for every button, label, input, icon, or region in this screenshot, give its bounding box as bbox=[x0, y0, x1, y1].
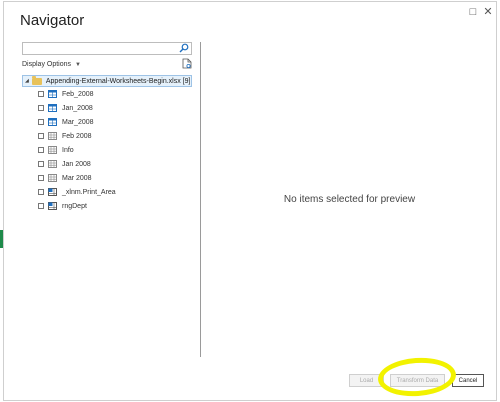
tree-root-workbook[interactable]: ◢ Appending-External-Worksheets-Begin.xl… bbox=[22, 75, 192, 87]
tree-item-label: Mar_2008 bbox=[62, 118, 94, 126]
item-checkbox[interactable] bbox=[38, 203, 44, 209]
tree-item-label: Feb 2008 bbox=[62, 132, 92, 140]
navigator-tree: ◢ Appending-External-Worksheets-Begin.xl… bbox=[22, 75, 192, 213]
sheet-icon bbox=[48, 174, 57, 182]
chevron-down-icon: ▼ bbox=[75, 61, 81, 68]
dialog-title: Navigator bbox=[20, 12, 85, 29]
table-icon bbox=[48, 118, 57, 126]
tree-root-label: Appending-External-Worksheets-Begin.xlsx… bbox=[45, 77, 191, 85]
highlight-annotation bbox=[376, 355, 458, 399]
named-range-icon bbox=[48, 188, 57, 196]
tree-item-label: Mar 2008 bbox=[62, 174, 92, 182]
collapse-triangle-icon[interactable]: ◢ bbox=[25, 78, 29, 84]
search-icon[interactable] bbox=[179, 43, 189, 53]
tree-item-jan_2008[interactable]: Jan_2008 bbox=[22, 101, 192, 115]
display-options-label: Display Options bbox=[22, 61, 72, 68]
item-checkbox[interactable] bbox=[38, 91, 44, 97]
tree-item-mar_2008[interactable]: Mar_2008 bbox=[22, 115, 192, 129]
tree-item-label: _xlnm.Print_Area bbox=[62, 188, 116, 196]
search-input[interactable] bbox=[22, 42, 192, 55]
folder-icon bbox=[31, 75, 42, 85]
named-range-icon bbox=[48, 202, 57, 210]
display-options-dropdown[interactable]: Display Options ▼ bbox=[22, 61, 81, 68]
tree-item-mar-2008-sheet[interactable]: Mar 2008 bbox=[22, 171, 192, 185]
tree-item-info[interactable]: Info bbox=[22, 143, 192, 157]
sheet-icon bbox=[48, 146, 57, 154]
tree-item-label: Jan_2008 bbox=[62, 104, 93, 112]
table-icon bbox=[48, 90, 57, 98]
tree-item-feb_2008[interactable]: Feb_2008 bbox=[22, 87, 192, 101]
tree-item-label: Info bbox=[62, 146, 74, 154]
item-checkbox[interactable] bbox=[38, 161, 44, 167]
tree-item-rngdept[interactable]: rngDept bbox=[22, 199, 192, 213]
item-checkbox[interactable] bbox=[38, 147, 44, 153]
tree-item-label: Feb_2008 bbox=[62, 90, 94, 98]
cancel-button[interactable]: Cancel bbox=[452, 374, 484, 387]
item-checkbox[interactable] bbox=[38, 119, 44, 125]
tree-item-label: rngDept bbox=[62, 202, 87, 210]
item-checkbox[interactable] bbox=[38, 105, 44, 111]
item-checkbox[interactable] bbox=[38, 175, 44, 181]
close-icon[interactable]: ✕ bbox=[482, 6, 494, 18]
tree-item-feb-2008-sheet[interactable]: Feb 2008 bbox=[22, 129, 192, 143]
sheet-icon bbox=[48, 132, 57, 140]
tree-item-label: Jan 2008 bbox=[62, 160, 91, 168]
sheet-icon bbox=[48, 160, 57, 168]
tree-item-jan-2008-sheet[interactable]: Jan 2008 bbox=[22, 157, 192, 171]
refresh-icon[interactable] bbox=[182, 58, 192, 69]
maximize-icon[interactable]: □ bbox=[467, 6, 479, 18]
tree-item-print-area[interactable]: _xlnm.Print_Area bbox=[22, 185, 192, 199]
preview-message: No items selected for preview bbox=[283, 194, 416, 205]
table-icon bbox=[48, 104, 57, 112]
item-checkbox[interactable] bbox=[38, 133, 44, 139]
item-checkbox[interactable] bbox=[38, 189, 44, 195]
navigator-dialog: □ ✕ Navigator Display Options ▼ ◢ Append… bbox=[3, 1, 497, 401]
